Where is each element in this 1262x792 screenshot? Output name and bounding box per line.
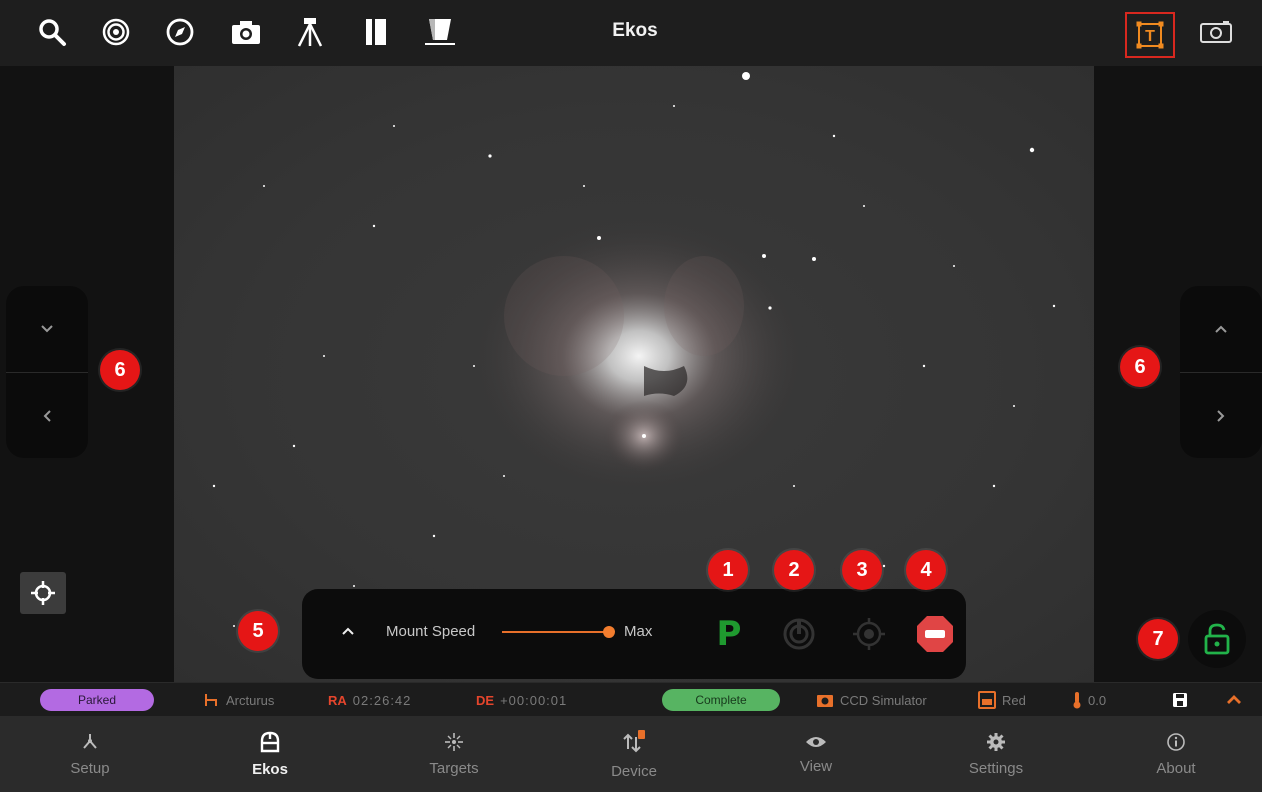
ra-value: 02:26:42 (352, 692, 412, 708)
ra-label: RA (328, 692, 347, 708)
nav-label: Settings (968, 759, 1024, 777)
annotation-badge-lock: 7 (1138, 619, 1178, 659)
search-icon[interactable] (34, 14, 70, 50)
track-button[interactable] (778, 613, 820, 655)
annotation-badge-center: 3 (842, 550, 882, 590)
mount-speed-slider[interactable] (502, 631, 608, 633)
filter-wheel-icon (978, 691, 996, 709)
filter-name: Red (1002, 692, 1026, 708)
save-icon (1173, 693, 1187, 707)
nav-item-device[interactable]: Device (574, 716, 694, 792)
chevron-up-icon (1227, 695, 1241, 704)
top-toolbar: Ekos T (0, 0, 1262, 66)
crosshair-button[interactable] (20, 572, 66, 614)
center-target-icon (853, 618, 885, 650)
main-view: 6 6 Mount Speed Max P 1 2 3 4 5 7 (0, 66, 1262, 682)
annotation-badge-right: 6 (1120, 347, 1160, 387)
nav-label: Device (611, 762, 657, 780)
chevron-up-button[interactable] (1180, 286, 1262, 372)
chevron-left-icon (43, 409, 51, 422)
nav-item-setup[interactable]: Setup (30, 716, 150, 792)
nav-label: Ekos (252, 760, 288, 778)
stop-icon (917, 616, 953, 652)
target-name: Arcturus (226, 692, 275, 708)
nav-item-settings[interactable]: Settings (936, 716, 1056, 792)
left-nav-pad (6, 286, 88, 458)
capture-frame-icon[interactable] (1198, 14, 1234, 50)
park-icon: P (716, 614, 742, 654)
center-button[interactable] (848, 613, 890, 655)
annotation-badge-park: 1 (708, 550, 748, 590)
nav-label: About (1156, 759, 1196, 777)
temperature-value: 0.0 (1088, 692, 1107, 708)
park-button[interactable]: P (708, 613, 750, 655)
mount-status-badge: Parked (40, 689, 154, 711)
expand-panel-button[interactable] (338, 621, 358, 641)
nav-label: View (799, 757, 833, 775)
filter-icon[interactable] (422, 14, 458, 50)
chevron-right-button[interactable] (1180, 372, 1262, 458)
setup-icon (83, 733, 97, 749)
nav-item-view[interactable]: View (756, 716, 876, 792)
de-status: DE +00:00:01 (476, 683, 567, 717)
de-label: DE (476, 692, 495, 708)
ekos-icon (260, 731, 280, 752)
camera-icon[interactable] (228, 14, 264, 50)
capture-status-badge: Complete (662, 689, 780, 711)
app-title: Ekos (612, 20, 658, 41)
camera-name: CCD Simulator (840, 692, 927, 708)
target-icon[interactable] (98, 14, 134, 50)
filter-status: Red (978, 683, 1026, 717)
chevron-up-icon (342, 627, 354, 635)
camera-icon (817, 695, 833, 707)
svg-text:T: T (1145, 28, 1155, 45)
targets-icon (445, 732, 463, 751)
nav-label: Targets (429, 759, 479, 777)
chevron-left-button[interactable] (6, 372, 88, 458)
info-icon (1167, 732, 1185, 751)
expand-status-button[interactable] (1226, 683, 1242, 717)
right-nav-pad (1180, 286, 1262, 458)
nav-item-ekos[interactable]: Ekos (210, 716, 330, 792)
de-value: +00:00:01 (500, 692, 568, 708)
chevron-down-icon (41, 325, 53, 333)
tripod-icon[interactable] (292, 14, 328, 50)
annotation-badge-left: 6 (100, 350, 140, 390)
tracking-icon (783, 618, 815, 650)
camera-status: CCD Simulator (816, 683, 927, 717)
mount-speed-slider-thumb[interactable] (603, 626, 615, 638)
chevron-down-button[interactable] (6, 286, 88, 372)
annotation-badge-track: 2 (774, 550, 814, 590)
text-frame-icon[interactable]: T (1125, 12, 1175, 58)
status-bar: Parked Arcturus RA 02:26:42 DE +00:00:01… (0, 682, 1262, 716)
crosshair-icon (31, 581, 55, 605)
temperature-status: 0.0 (1072, 683, 1106, 717)
target-status: Arcturus (204, 683, 274, 717)
annotation-badge-mount: 5 (238, 611, 278, 651)
eye-icon (806, 736, 826, 747)
compass-icon[interactable] (162, 14, 198, 50)
mount-speed-value: Max (624, 623, 653, 640)
stop-button[interactable] (914, 613, 956, 655)
chevron-right-icon (1217, 409, 1225, 422)
annotation-badge-stop: 4 (906, 550, 946, 590)
telescope-icon (205, 694, 217, 706)
lock-button[interactable] (1188, 610, 1246, 668)
thermometer-icon (1073, 692, 1081, 709)
nav-label: Setup (70, 759, 110, 777)
gear-icon (987, 732, 1005, 751)
mount-control-panel: Mount Speed Max P (302, 589, 966, 679)
unlock-icon (1204, 623, 1230, 655)
mount-speed-label: Mount Speed (386, 623, 476, 640)
book-icon[interactable] (358, 14, 394, 50)
save-button[interactable] (1172, 683, 1188, 717)
bottom-navigation: Setup Ekos Targets Device View Settings … (0, 716, 1262, 792)
chevron-up-icon (1215, 325, 1227, 333)
ra-status: RA 02:26:42 (328, 683, 411, 717)
device-icon (623, 729, 645, 752)
nav-item-about[interactable]: About (1116, 716, 1236, 792)
nav-item-targets[interactable]: Targets (394, 716, 514, 792)
